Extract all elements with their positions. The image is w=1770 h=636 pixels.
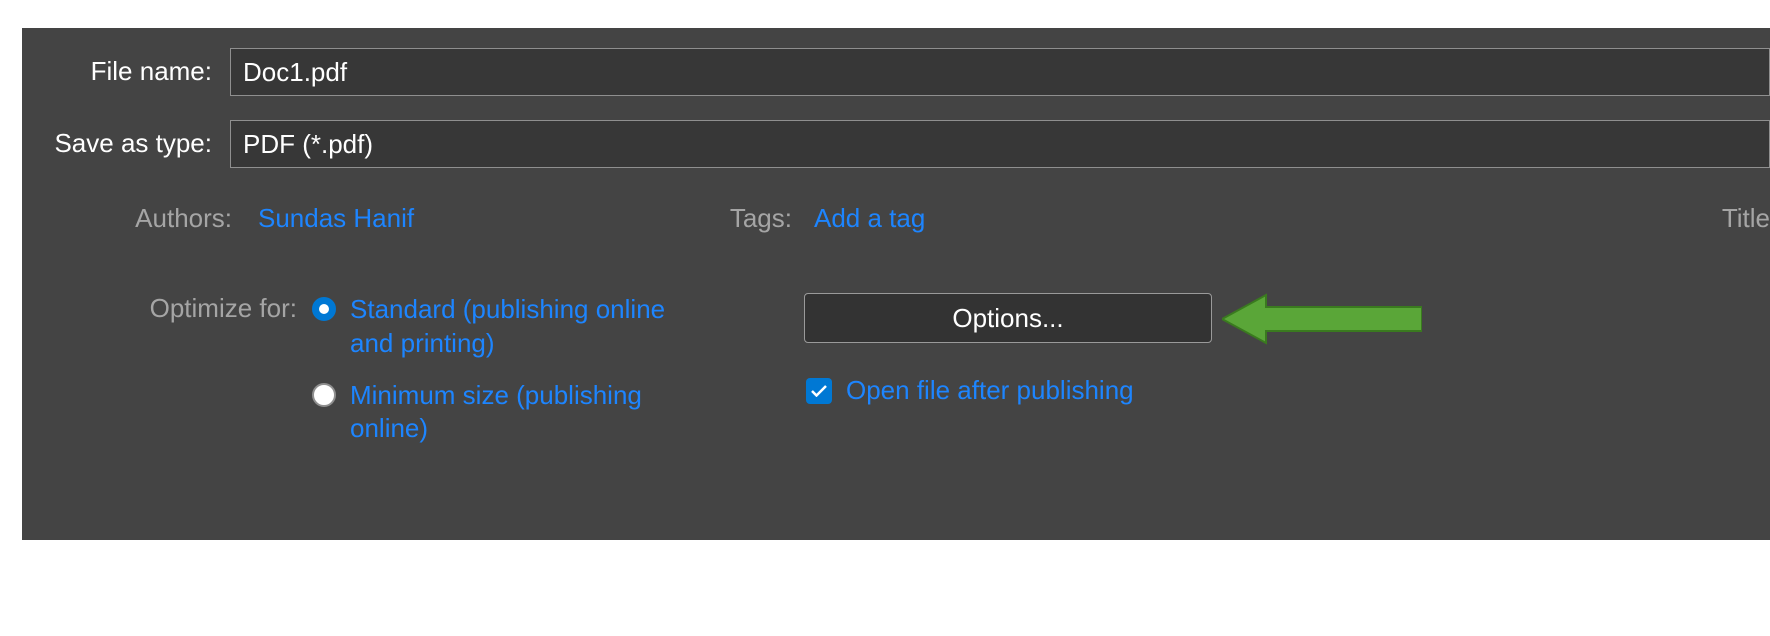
file-name-label: File name: bbox=[22, 56, 212, 87]
radio-selected-icon bbox=[312, 297, 336, 321]
options-button[interactable]: Options... bbox=[804, 293, 1212, 343]
open-after-publishing-label: Open file after publishing bbox=[846, 375, 1134, 406]
save-as-type-row: Save as type: PDF (*.pdf) bbox=[22, 120, 1770, 170]
authors-label: Authors: bbox=[22, 203, 232, 234]
optimize-standard-radio[interactable]: Standard (publishing online and printing… bbox=[312, 293, 672, 361]
optimize-minimum-label: Minimum size (publishing online) bbox=[350, 379, 672, 447]
radio-unselected-icon bbox=[312, 383, 336, 407]
save-dialog-panel: File name: Doc1.pdf Save as type: PDF (*… bbox=[22, 28, 1770, 540]
file-name-input[interactable]: Doc1.pdf bbox=[230, 48, 1770, 96]
metadata-row: Authors: Sundas Hanif Tags: Add a tag Ti… bbox=[22, 203, 1770, 243]
tags-value[interactable]: Add a tag bbox=[814, 203, 925, 234]
save-as-type-dropdown[interactable]: PDF (*.pdf) bbox=[230, 120, 1770, 168]
checkbox-checked-icon bbox=[806, 378, 832, 404]
tags-label: Tags: bbox=[722, 203, 792, 234]
optimize-standard-label: Standard (publishing online and printing… bbox=[350, 293, 672, 361]
file-name-row: File name: Doc1.pdf bbox=[22, 48, 1770, 98]
optimize-minimum-radio[interactable]: Minimum size (publishing online) bbox=[312, 379, 672, 447]
save-as-type-label: Save as type: bbox=[22, 128, 212, 159]
optimize-radio-group: Standard (publishing online and printing… bbox=[312, 293, 672, 464]
title-label: Title bbox=[1722, 203, 1770, 234]
arrow-annotation-icon bbox=[1222, 291, 1422, 347]
optimize-for-label: Optimize for: bbox=[22, 293, 297, 324]
open-after-publishing-checkbox[interactable]: Open file after publishing bbox=[806, 375, 1134, 406]
authors-value[interactable]: Sundas Hanif bbox=[258, 203, 414, 234]
